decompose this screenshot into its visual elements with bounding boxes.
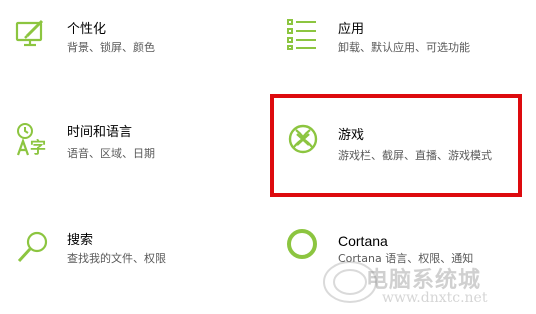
tile-description: 背景、锁屏、颜色 [67, 41, 155, 54]
settings-tile-search[interactable]: 搜索 查找我的文件、权限 [0, 220, 268, 300]
settings-tile-gaming[interactable]: 游戏 游戏栏、截屏、直播、游戏模式 [270, 94, 522, 197]
tile-title: 搜索 [67, 233, 94, 248]
svg-text:字: 字 [30, 138, 46, 157]
settings-tile-apps[interactable]: 应用 卸载、默认应用、可选功能 [268, 0, 536, 80]
tile-description: 查找我的文件、权限 [67, 252, 166, 265]
tile-title: 个性化 [67, 22, 107, 37]
tile-description: 游戏栏、截屏、直播、游戏模式 [338, 149, 492, 162]
watermark: 电脑系统城 www.dnxtc.net [320, 252, 536, 314]
settings-tile-personalization[interactable]: 个性化 背景、锁屏、颜色 [0, 0, 268, 80]
personalization-icon [14, 18, 46, 50]
time-language-icon: 字 [14, 122, 50, 158]
tile-description: 卸载、默认应用、可选功能 [338, 41, 470, 54]
cortana-icon [286, 228, 318, 260]
apps-icon [286, 18, 318, 50]
tile-description: 语音、区域、日期 [67, 147, 155, 160]
tile-title: Cortana [338, 233, 388, 249]
search-icon [16, 230, 50, 264]
tile-title: 游戏 [338, 128, 365, 143]
tile-title: 时间和语言 [67, 125, 133, 140]
settings-tile-time-language[interactable]: 字 时间和语言 语音、区域、日期 [0, 110, 268, 190]
tile-title: 应用 [338, 22, 365, 37]
watermark-url: www.dnxtc.net [382, 290, 488, 306]
xbox-icon [288, 124, 318, 154]
